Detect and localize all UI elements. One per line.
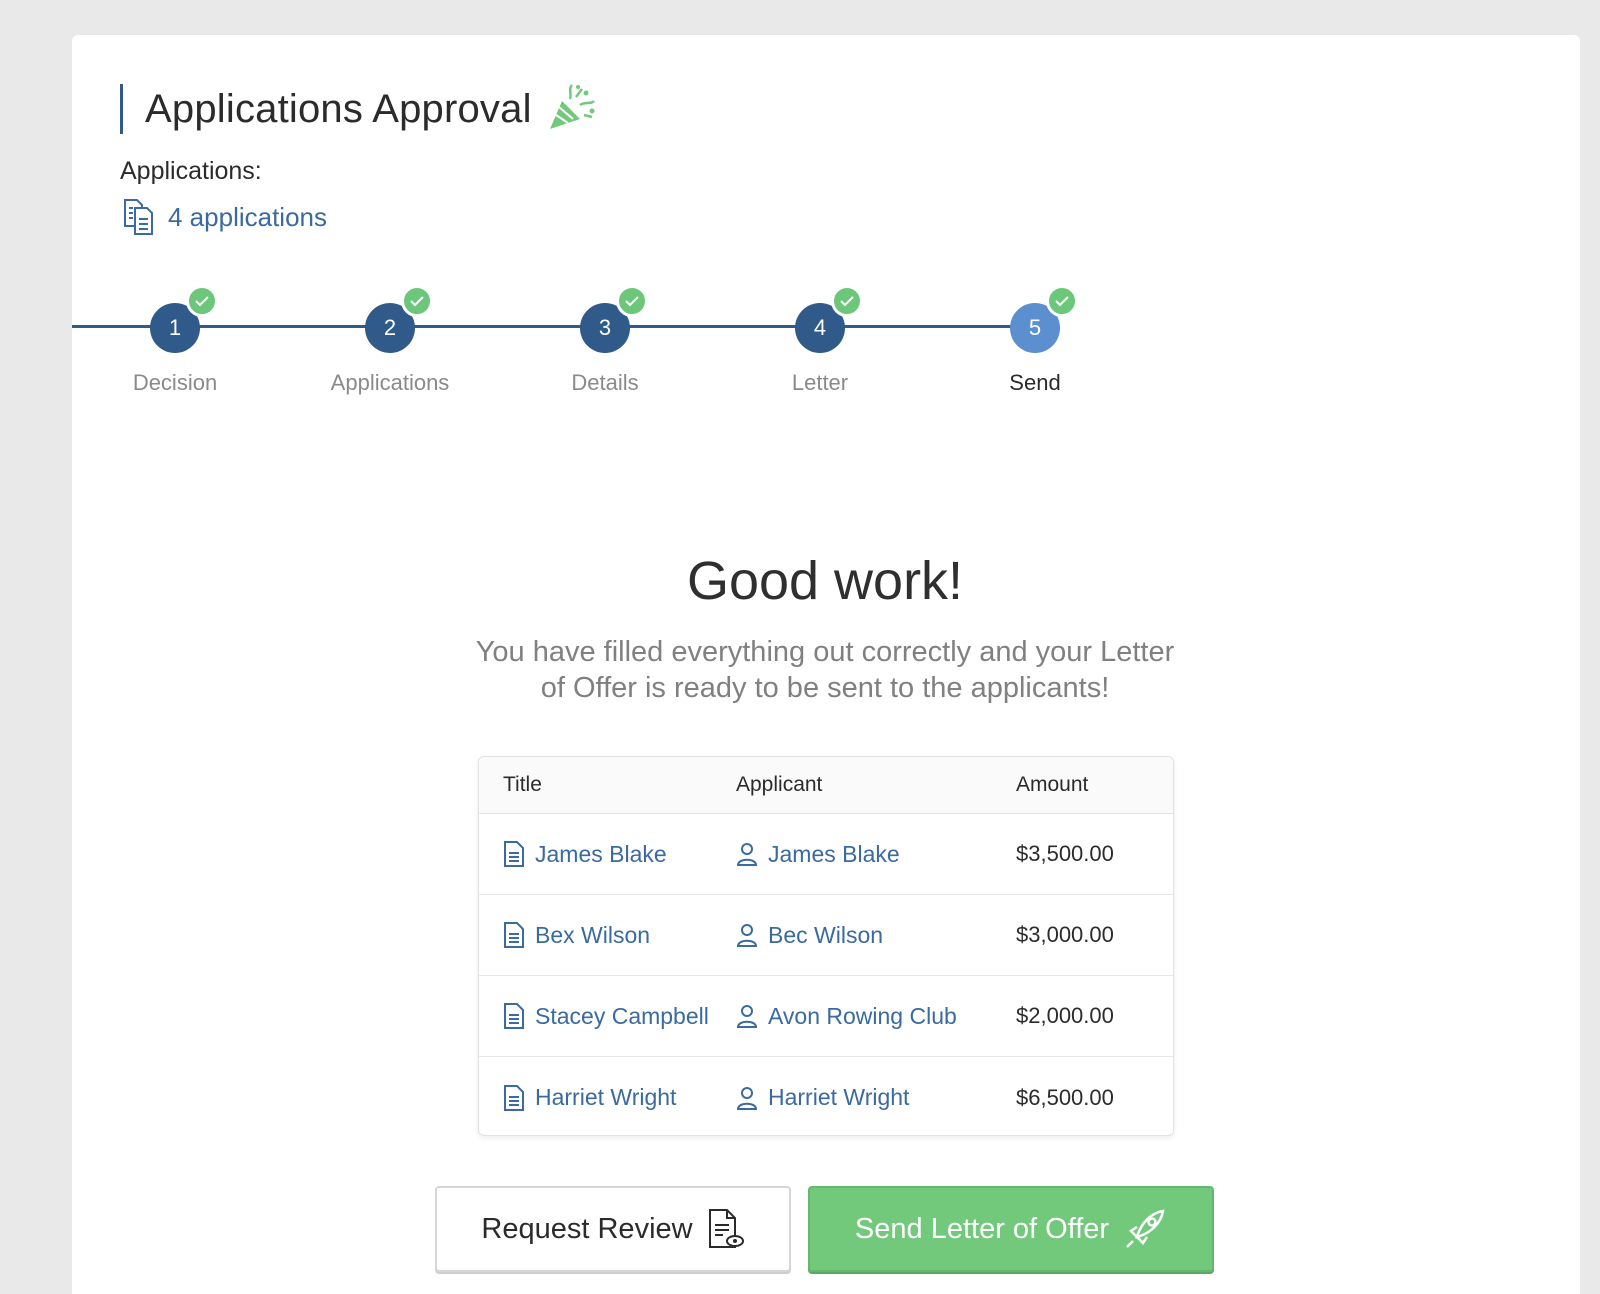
table-row: Harriet Wright Harriet Wright $6,500.00: [479, 1057, 1173, 1135]
applicant-link[interactable]: Harriet Wright: [736, 1084, 1016, 1112]
step-label-letter: Letter: [791, 370, 849, 395]
checkmark-icon: [831, 285, 863, 317]
user-icon: [736, 924, 758, 947]
step-number: 5: [1028, 315, 1042, 340]
document-review-icon: [708, 1209, 744, 1248]
applicant-name: Harriet Wright: [768, 1084, 910, 1110]
applications-label: Applications:: [120, 157, 262, 185]
column-header-amount: Amount: [1016, 773, 1089, 796]
checkmark-icon: [186, 285, 218, 317]
applicant-link[interactable]: James Blake: [736, 840, 1016, 868]
send-letter-button[interactable]: Send Letter of Offer: [808, 1186, 1214, 1272]
checkmark-icon: [1046, 285, 1078, 317]
stepper-line: [72, 325, 1042, 328]
document-icon: [504, 922, 524, 948]
step-label-decision: Decision: [132, 370, 218, 395]
application-title-link[interactable]: James Blake: [479, 840, 736, 868]
applicant-name: James Blake: [768, 840, 900, 867]
step-number: 2: [383, 315, 397, 340]
checkmark-icon: [401, 285, 433, 317]
application-title: Bex Wilson: [535, 921, 651, 948]
user-icon: [736, 1086, 758, 1110]
applications-table: Title Applicant Amount James Blake James…: [478, 756, 1174, 1136]
step-label-details: Details: [571, 370, 639, 395]
request-review-button[interactable]: Request Review: [435, 1186, 791, 1272]
document-icon: [504, 841, 524, 867]
applicant-name: Bec Wilson: [768, 921, 884, 948]
step-number: 3: [598, 315, 612, 340]
column-header-applicant: Applicant: [736, 773, 823, 796]
applicant-name: Avon Rowing Club: [768, 1002, 957, 1029]
application-title: James Blake: [535, 840, 667, 867]
document-icon: [504, 1084, 524, 1111]
step-number: 1: [168, 315, 182, 340]
application-title: Stacey Campbell: [535, 1002, 709, 1029]
amount: $3,500.00: [1016, 841, 1114, 866]
applicant-link[interactable]: Bec Wilson: [736, 921, 1016, 949]
step-letter[interactable]: 4: [795, 285, 863, 353]
table-header: Title Applicant Amount: [479, 757, 1173, 814]
request-review-label: Request Review: [481, 1212, 693, 1245]
amount: $6,500.00: [1016, 1084, 1114, 1110]
document-icon: [504, 1003, 524, 1029]
applicant-link[interactable]: Avon Rowing Club: [736, 1002, 1016, 1030]
amount: $2,000.00: [1016, 1003, 1114, 1028]
application-title: Harriet Wright: [535, 1084, 677, 1110]
send-letter-label: Send Letter of Offer: [854, 1212, 1110, 1245]
column-header-title: Title: [503, 773, 542, 796]
success-headline: Good work!: [686, 551, 964, 611]
applications-link-label: 4 applications: [168, 201, 327, 232]
page-header: Applications Approval: [120, 84, 598, 134]
application-title-link[interactable]: Bex Wilson: [479, 921, 736, 949]
documents-icon: [124, 199, 153, 235]
table-row: James Blake James Blake $3,500.00: [479, 814, 1173, 895]
success-message: You have filled everything out correctly…: [475, 636, 1175, 704]
party-popper-icon: [549, 84, 595, 129]
table-row: Stacey Campbell Avon Rowing Club $2,000.…: [479, 976, 1173, 1057]
step-applications[interactable]: 2: [365, 285, 433, 353]
application-title-link[interactable]: Harriet Wright: [479, 1084, 736, 1112]
user-icon: [736, 843, 758, 866]
step-label-send: Send: [1009, 370, 1061, 395]
page-title: Applications Approval: [145, 86, 532, 131]
step-number: 4: [813, 315, 827, 340]
checkmark-icon: [616, 285, 648, 317]
title-accent-bar: [120, 84, 123, 134]
applications-link[interactable]: 4 applications: [122, 198, 327, 236]
rocket-icon: [1126, 1209, 1165, 1248]
step-send[interactable]: 5: [1010, 285, 1078, 353]
table-row: Bex Wilson Bec Wilson $3,000.00: [479, 895, 1173, 976]
amount: $3,000.00: [1016, 922, 1114, 947]
application-title-link[interactable]: Stacey Campbell: [479, 1002, 736, 1030]
step-details[interactable]: 3: [580, 285, 648, 353]
user-icon: [736, 1005, 758, 1028]
step-decision[interactable]: 1: [150, 285, 218, 353]
step-label-applications: Applications: [330, 370, 450, 395]
